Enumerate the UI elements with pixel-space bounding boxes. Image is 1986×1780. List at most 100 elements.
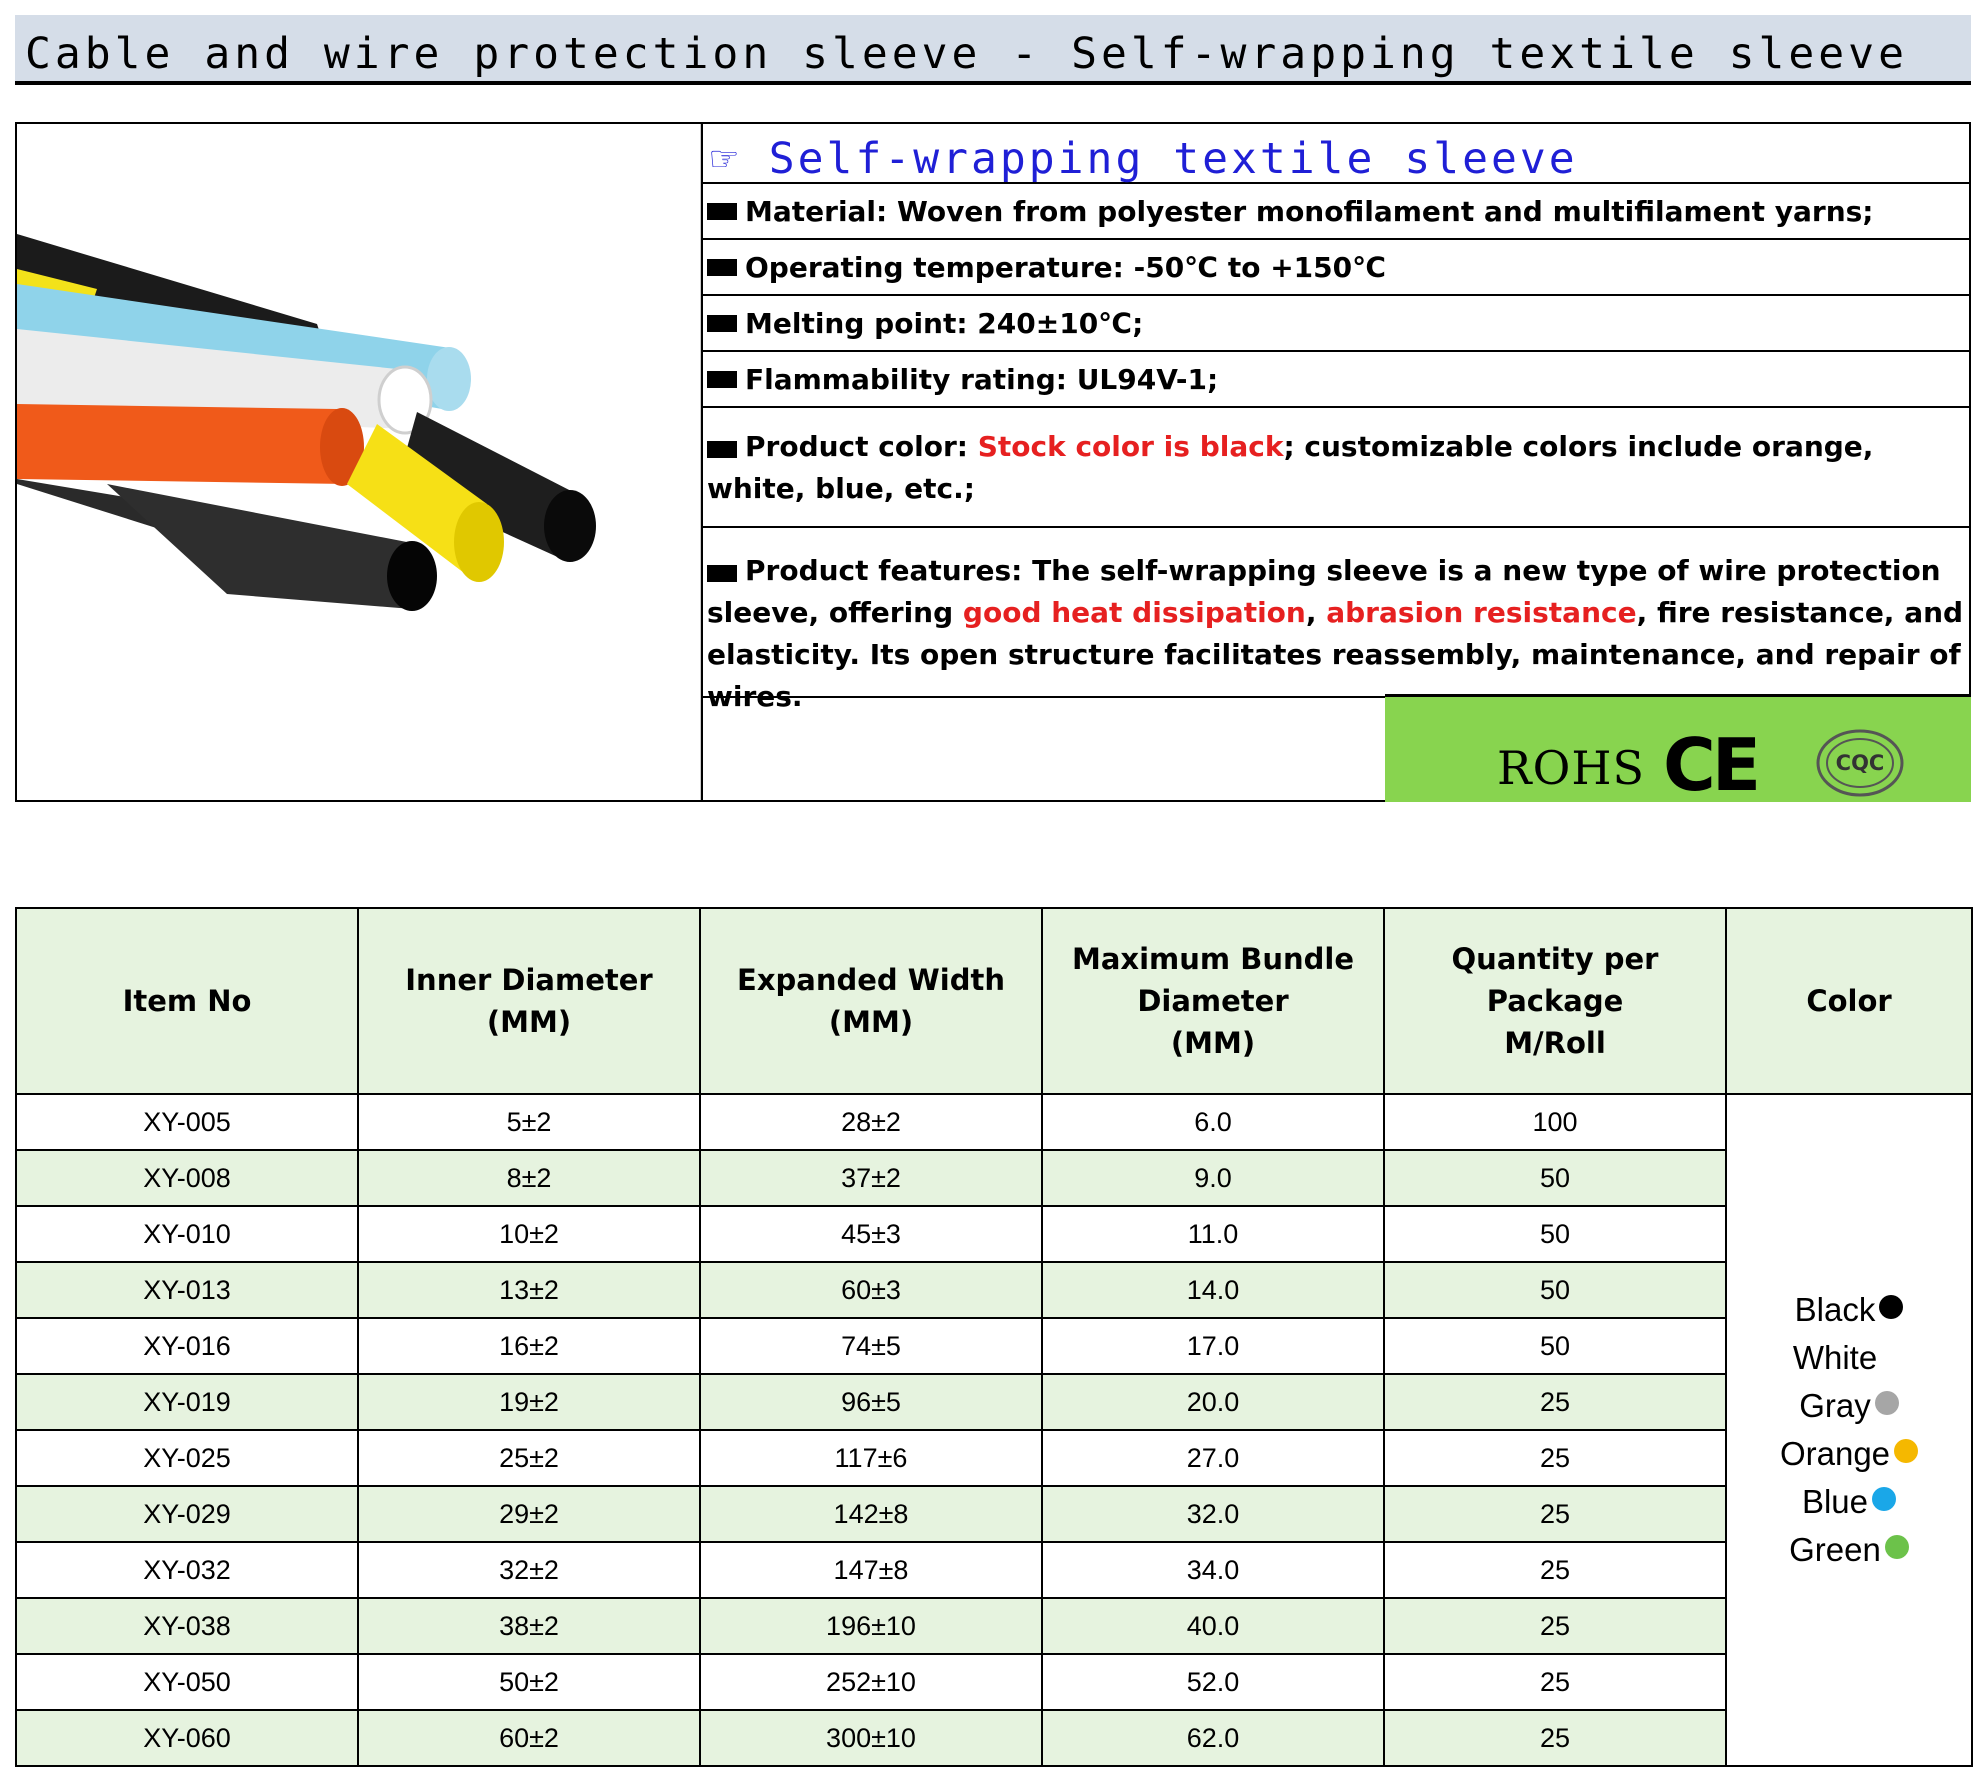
bullet-icon [707, 202, 737, 220]
color-dot-icon [1872, 1487, 1897, 1511]
table-header-row: Item No Inner Diameter (MM) Expanded Width(… [15, 907, 1973, 1095]
table-cell: 252±10 [699, 1653, 1043, 1711]
table-cell: 28±2 [699, 1093, 1043, 1151]
table-row: XY-025 25±2 117±6 27.0 25 [15, 1429, 1972, 1487]
spec-temperature: Operating temperature: -50℃ to +150℃ [703, 240, 1971, 296]
table-cell: XY-016 [15, 1317, 359, 1375]
table-cell: 25 [1383, 1373, 1727, 1431]
table-cell: 50 [1383, 1205, 1727, 1263]
color-dot-icon [1894, 1439, 1919, 1463]
color-name: Black [1794, 1291, 1876, 1328]
table-cell: 25 [1383, 1429, 1727, 1487]
spec-table: Item No Inner Diameter (MM) Expanded Width(… [15, 907, 1973, 1767]
table-cell: 10±2 [357, 1205, 701, 1263]
spec-temperature-text: Operating temperature: -50℃ to +150℃ [745, 250, 1387, 284]
table-cell: 20.0 [1041, 1373, 1385, 1431]
page-title: Cable and wire protection sleeve - Self-… [15, 15, 1971, 85]
table-cell: 11.0 [1041, 1205, 1385, 1263]
color-option: White [1727, 1334, 1971, 1382]
color-option: Green [1727, 1526, 1971, 1574]
color-name: Orange [1779, 1435, 1891, 1472]
table-cell: 25 [1383, 1485, 1727, 1543]
table-cell: 100 [1383, 1093, 1727, 1151]
table-cell: 37±2 [699, 1149, 1043, 1207]
certification-bar: ROHS CE CQC [1385, 694, 1971, 807]
spec-color-label: Product color: [745, 430, 978, 463]
color-options-cell: Black White Gray Orange Blue Green [1725, 1093, 1973, 1767]
table-cell: 25±2 [357, 1429, 701, 1487]
spec-features-highlight-abrasion: abrasion resistance [1326, 596, 1637, 629]
table-cell: 117±6 [699, 1429, 1043, 1487]
table-row: XY-005 5±2 28±2 6.0 100 Black White Gray Orange B… [15, 1093, 1973, 1767]
column-header: Color [1725, 907, 1973, 1095]
table-row: XY-010 10±2 45±3 11.0 50 [15, 1205, 1972, 1263]
color-name: Blue [1801, 1483, 1869, 1520]
spec-melting-point: Melting point: 240±10℃; [703, 296, 1971, 352]
bullet-icon [707, 370, 737, 388]
table-cell: 50 [1383, 1317, 1727, 1375]
table-cell: 45±3 [699, 1205, 1043, 1263]
spec-heading-text: Self-wrapping textile sleeve [768, 134, 1578, 184]
table-cell: 50 [1383, 1149, 1727, 1207]
table-cell: XY-029 [15, 1485, 359, 1543]
table-row: XY-029 29±2 142±8 32.0 25 [15, 1485, 1972, 1543]
color-option: Orange [1727, 1430, 1971, 1478]
table-cell: 14.0 [1041, 1261, 1385, 1319]
color-option: Black [1727, 1286, 1971, 1334]
table-row: XY-060 60±2 300±10 62.0 25 [15, 1709, 1972, 1767]
table-cell: 25 [1383, 1541, 1727, 1599]
table-cell: 196±10 [699, 1597, 1043, 1655]
spec-flammability: Flammability rating: UL94V-1; [703, 352, 1971, 408]
table-cell: 25 [1383, 1709, 1727, 1767]
column-header: Expanded Width (MM) [699, 907, 1043, 1095]
table-cell: XY-032 [15, 1541, 359, 1599]
table-row: XY-032 32±2 147±8 34.0 25 [15, 1541, 1972, 1599]
column-header: Quantity per Package M/Roll [1383, 907, 1727, 1095]
table-cell: XY-060 [15, 1709, 359, 1767]
table-cell: XY-008 [15, 1149, 359, 1207]
table-cell: 50 [1383, 1261, 1727, 1319]
table-row: XY-050 50±2 252±10 52.0 25 [15, 1653, 1972, 1711]
table-cell: 300±10 [699, 1709, 1043, 1767]
spec-melting-text: Melting point: 240±10℃; [745, 306, 1144, 340]
table-cell: XY-050 [15, 1653, 359, 1711]
table-cell: 5±2 [357, 1093, 701, 1151]
table-cell: 19±2 [357, 1373, 701, 1431]
cqc-mark-icon: CQC [1816, 729, 1904, 797]
spec-material-text: Material: Woven from polyester monofilam… [745, 194, 1874, 228]
table-cell: 25 [1383, 1653, 1727, 1711]
color-name: White [1792, 1339, 1878, 1376]
spec-product-color: Product color: Stock color is black; cus… [703, 408, 1971, 528]
table-cell: 60±2 [357, 1709, 701, 1767]
table-cell: 38±2 [357, 1597, 701, 1655]
spec-features: Product features: The self-wrapping slee… [703, 528, 1971, 713]
color-option: Blue [1727, 1478, 1971, 1526]
spec-material: Material: Woven from polyester monofilam… [703, 184, 1971, 240]
table-cell: 74±5 [699, 1317, 1043, 1375]
color-dot-icon [1874, 1391, 1899, 1415]
rohs-mark: ROHS [1497, 741, 1645, 795]
bullet-icon [707, 314, 737, 332]
spec-color-highlight: Stock color is black [977, 430, 1284, 463]
sleeve-photo-illustration [17, 234, 596, 611]
bullet-icon [707, 441, 737, 458]
table-cell: 60±3 [699, 1261, 1043, 1319]
color-dot-icon [1884, 1535, 1909, 1559]
table-cell: 13±2 [357, 1261, 701, 1319]
table-cell: XY-025 [15, 1429, 359, 1487]
pointing-hand-icon: ☞ [711, 134, 740, 184]
table-cell: 17.0 [1041, 1317, 1385, 1375]
color-name: Gray [1799, 1387, 1871, 1424]
spec-heading: ☞ Self-wrapping textile sleeve [703, 124, 1971, 184]
table-cell: XY-005 [15, 1093, 359, 1151]
table-cell: 8±2 [357, 1149, 701, 1207]
table-cell: XY-010 [15, 1205, 359, 1263]
table-row: XY-013 13±2 60±3 14.0 50 [15, 1261, 1972, 1319]
color-list: Black White Gray Orange Blue Green [1727, 1286, 1971, 1574]
table-cell: XY-013 [15, 1261, 359, 1319]
table-cell: 52.0 [1041, 1653, 1385, 1711]
svg-text:CQC: CQC [1836, 751, 1885, 775]
table-row: XY-038 38±2 196±10 40.0 25 [15, 1597, 1972, 1655]
spec-flammability-text: Flammability rating: UL94V-1; [745, 362, 1219, 396]
table-cell: 62.0 [1041, 1709, 1385, 1767]
